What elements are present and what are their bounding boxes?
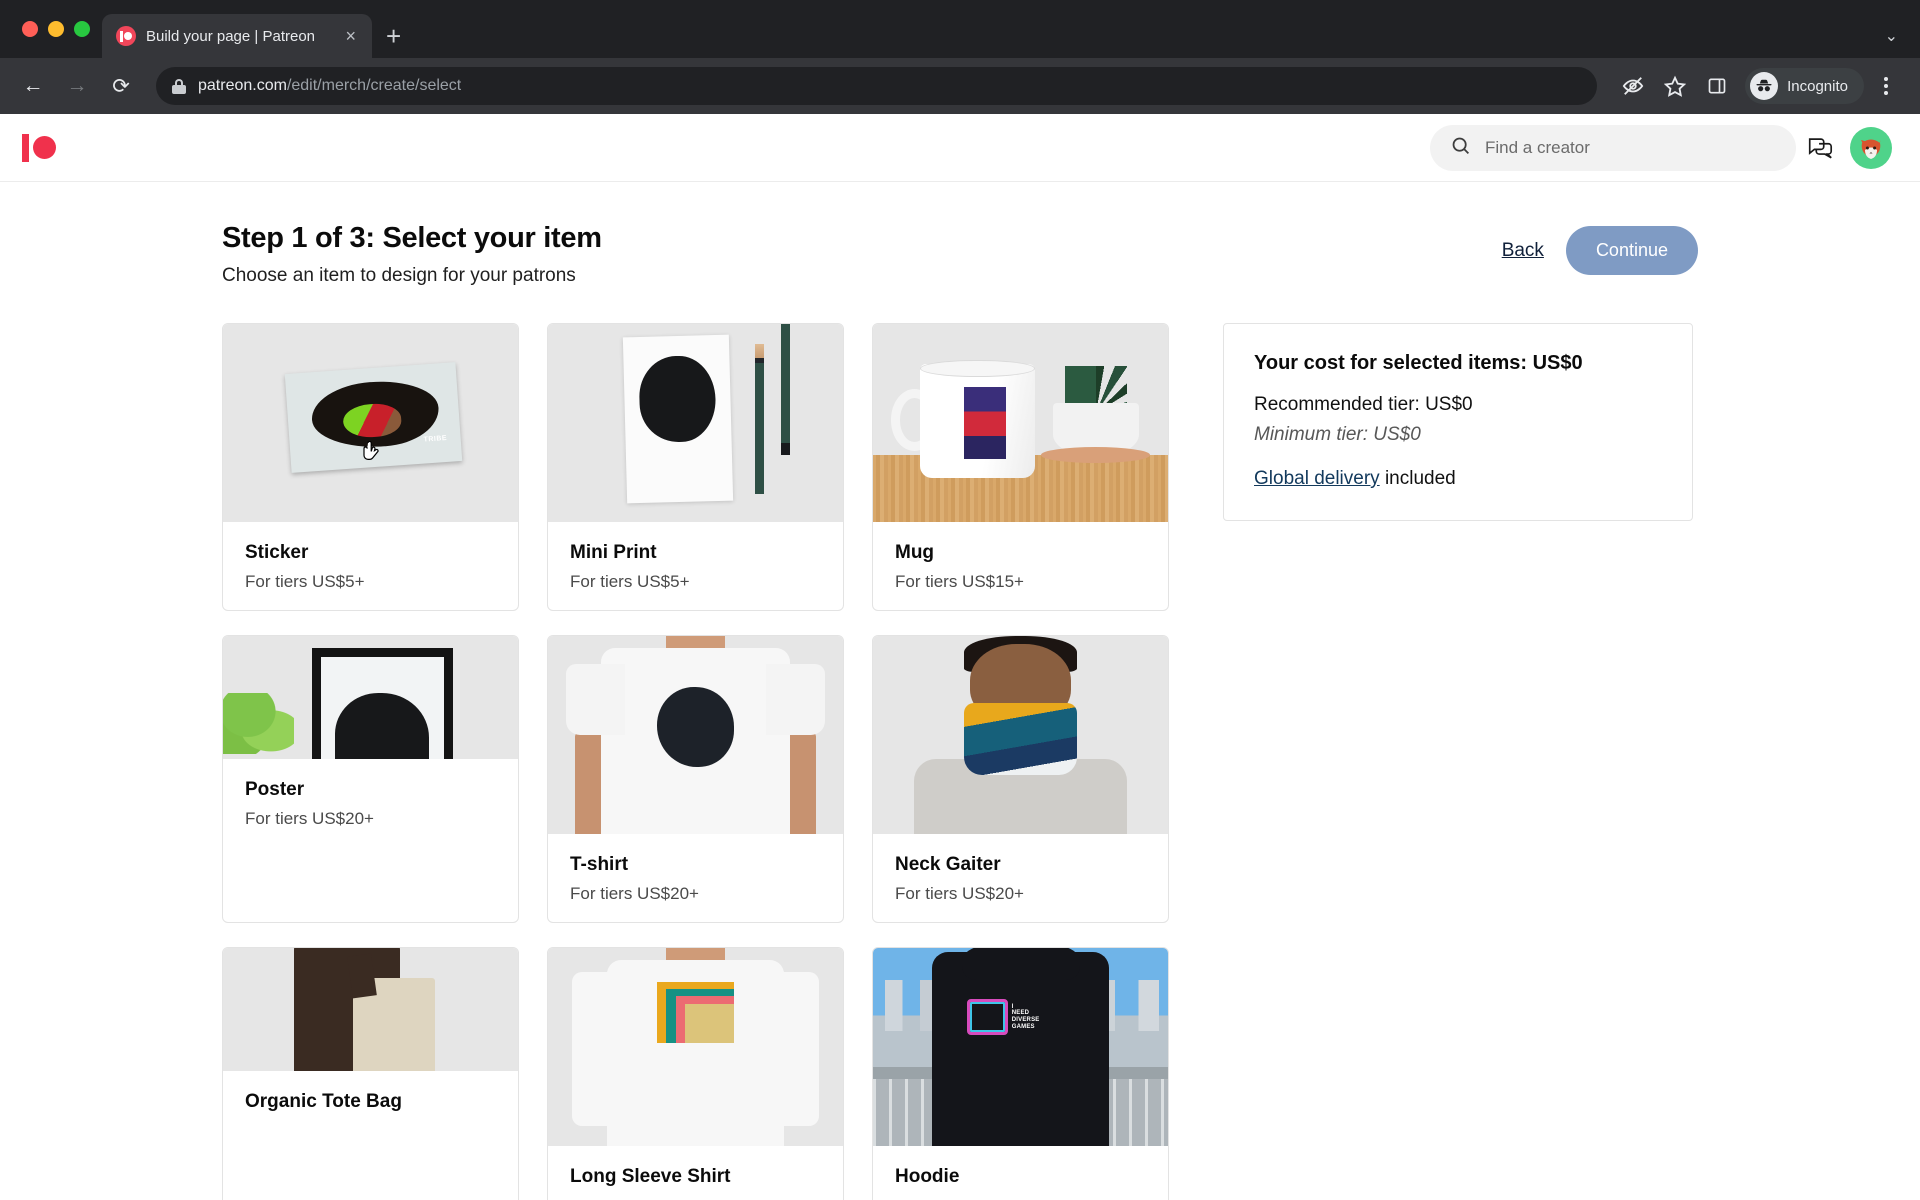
poster-thumbnail (223, 636, 518, 759)
item-name: Sticker (245, 542, 309, 563)
delivery-note: Global delivery included (1254, 468, 1662, 490)
forward-navigation-icon[interactable]: → (58, 67, 96, 105)
hoodie-print-line2: NEED (1011, 1010, 1030, 1017)
mini-print-thumbnail (548, 324, 843, 522)
browser-toolbar: ← → ⟳ patreon.com/edit/merch/create/sele… (0, 58, 1920, 114)
hoodie-print-line4: GAMES (1011, 1024, 1035, 1031)
incognito-icon (1750, 72, 1779, 100)
user-avatar[interactable] (1850, 126, 1892, 169)
item-price: For tiers US$20+ (895, 884, 1024, 903)
lock-icon (172, 78, 186, 94)
hoodie-thumbnail: I NEED DIVERSE GAMES (873, 948, 1168, 1146)
sticker-thumbnail: TRIBE (223, 324, 518, 522)
item-card-tshirt[interactable]: T-shirt For tiers US$20+ (547, 635, 844, 923)
patreon-logo-icon[interactable] (22, 131, 66, 165)
close-window-button[interactable] (22, 21, 38, 37)
new-tab-button[interactable]: + (372, 23, 415, 49)
item-card-neck-gaiter[interactable]: Neck Gaiter For tiers US$20+ (872, 635, 1169, 923)
global-delivery-link[interactable]: Global delivery (1254, 468, 1380, 489)
item-card-poster[interactable]: Poster For tiers US$20+ (222, 635, 519, 923)
item-card-sticker[interactable]: TRIBE Sticker For tiers US$5+ (222, 323, 519, 611)
toolbar-icons: Incognito (1613, 66, 1906, 106)
star-icon[interactable] (1655, 66, 1695, 106)
side-panel-icon[interactable] (1697, 66, 1737, 106)
reload-icon[interactable]: ⟳ (102, 67, 140, 105)
long-sleeve-thumbnail (548, 948, 843, 1146)
hoodie-print-line3: DIVERSE (1011, 1017, 1040, 1024)
item-price: For tiers US$15+ (895, 572, 1024, 591)
item-card-mug[interactable]: Mug For tiers US$15+ (872, 323, 1169, 611)
item-name: Long Sleeve Shirt (570, 1166, 731, 1187)
back-navigation-icon[interactable]: ← (14, 67, 52, 105)
item-name: Neck Gaiter (895, 854, 1001, 875)
cost-total: Your cost for selected items: US$0 (1254, 352, 1583, 374)
address-bar[interactable]: patreon.com/edit/merch/create/select (156, 67, 1598, 105)
item-grid: TRIBE Sticker For tiers US$5+ Mini Print… (222, 323, 1169, 1200)
item-name: Poster (245, 779, 305, 800)
chevron-down-icon[interactable]: ⌄ (1885, 26, 1898, 46)
patreon-favicon-icon (116, 26, 136, 46)
close-tab-icon[interactable]: × (339, 23, 362, 49)
selection-area: TRIBE Sticker For tiers US$5+ Mini Print… (222, 323, 1920, 1200)
window-controls (14, 0, 102, 58)
eye-slash-icon[interactable] (1613, 66, 1653, 106)
tab-title: Build your page | Patreon (146, 27, 316, 45)
mug-thumbnail (873, 324, 1168, 522)
chat-bubbles-icon[interactable] (1796, 124, 1844, 172)
minimum-tier: Minimum tier: US$0 (1254, 424, 1421, 445)
hoodie-logo-mark-icon (967, 999, 1008, 1036)
cost-summary-panel: Your cost for selected items: US$0 Recom… (1223, 323, 1693, 521)
hoodie-print-line1: I (1011, 1003, 1014, 1010)
item-name: Mug (895, 542, 935, 563)
tshirt-thumbnail (548, 636, 843, 834)
neck-gaiter-thumbnail (873, 636, 1168, 834)
browser-tab[interactable]: Build your page | Patreon × (102, 14, 372, 58)
item-card-mini-print[interactable]: Mini Print For tiers US$5+ (547, 323, 844, 611)
pointer-cursor-icon (362, 440, 382, 465)
search-input[interactable]: Find a creator (1430, 124, 1796, 171)
minimize-window-button[interactable] (48, 21, 64, 37)
search-icon (1450, 135, 1471, 161)
item-name: Organic Tote Bag (245, 1091, 402, 1112)
item-price: For tiers US$5+ (245, 572, 365, 591)
item-name: Mini Print (570, 542, 657, 563)
sticker-print-word: TRIBE (423, 434, 448, 444)
item-name: Hoodie (895, 1166, 960, 1187)
browser-window: Build your page | Patreon × + ⌄ ← → ⟳ pa… (0, 0, 1920, 1200)
incognito-label: Incognito (1787, 77, 1848, 95)
hoodie-print-text: I NEED DIVERSE GAMES (1012, 1004, 1040, 1032)
item-card-long-sleeve-shirt[interactable]: Long Sleeve Shirt (547, 947, 844, 1200)
page-title: Step 1 of 3: Select your item (222, 222, 602, 254)
page-content: Step 1 of 3: Select your item Choose an … (0, 182, 1920, 1200)
item-card-organic-tote-bag[interactable]: Organic Tote Bag (222, 947, 519, 1200)
kebab-menu-icon[interactable] (1866, 66, 1906, 106)
recommended-tier: Recommended tier: US$0 (1254, 394, 1473, 415)
incognito-profile-button[interactable]: Incognito (1745, 68, 1864, 104)
item-name: T-shirt (570, 854, 629, 875)
delivery-suffix: included (1379, 468, 1456, 489)
item-price: For tiers US$5+ (570, 572, 690, 591)
tab-strip: Build your page | Patreon × + ⌄ (0, 0, 1920, 58)
page-viewport: Find a creator Step 1 of 3: Select your … (0, 114, 1920, 1200)
url-domain: patreon.com (198, 77, 287, 94)
url-path: /edit/merch/create/select (286, 77, 462, 94)
page-header: Step 1 of 3: Select your item Choose an … (222, 222, 1920, 287)
url-text: patreon.com/edit/merch/create/select (198, 77, 461, 95)
item-price: For tiers US$20+ (570, 884, 699, 903)
maximize-window-button[interactable] (74, 21, 90, 37)
continue-button[interactable]: Continue (1565, 226, 1698, 275)
tote-bag-thumbnail (223, 948, 518, 1071)
back-button[interactable]: Back (1502, 240, 1544, 262)
page-subtitle: Choose an item to design for your patron… (222, 265, 576, 286)
patreon-site-header: Find a creator (0, 114, 1920, 182)
item-card-hoodie[interactable]: I NEED DIVERSE GAMES Hoodie (872, 947, 1169, 1200)
search-placeholder: Find a creator (1485, 137, 1590, 157)
item-price: For tiers US$20+ (245, 809, 374, 828)
page-actions: Back Continue (1502, 226, 1920, 275)
